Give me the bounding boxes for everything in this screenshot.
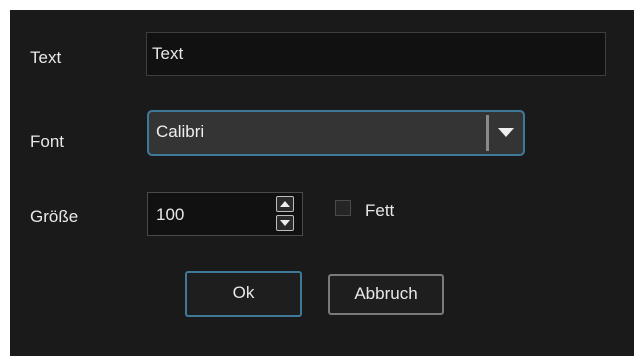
text-input[interactable]: Text (146, 32, 606, 76)
bold-checkbox[interactable] (335, 200, 351, 216)
bold-label: Fett (365, 201, 395, 220)
cancel-button[interactable]: Abbruch (328, 274, 444, 315)
text-label: Text (30, 48, 62, 67)
text-dialog: Text Text Font Calibri Größe 100 Fett Ok… (10, 10, 634, 356)
font-select-value: Calibri (156, 122, 205, 141)
arrow-up-icon[interactable] (276, 196, 294, 212)
chevron-down-icon[interactable] (492, 112, 520, 154)
size-spinbox[interactable]: 100 (147, 192, 303, 236)
font-select[interactable]: Calibri (147, 110, 525, 156)
arrow-down-icon[interactable] (276, 215, 294, 231)
spin-buttons (276, 196, 296, 232)
select-divider (486, 115, 489, 151)
ok-button[interactable]: Ok (185, 271, 302, 317)
size-value: 100 (156, 205, 185, 224)
size-label: Größe (30, 207, 79, 226)
font-label: Font (30, 132, 65, 151)
